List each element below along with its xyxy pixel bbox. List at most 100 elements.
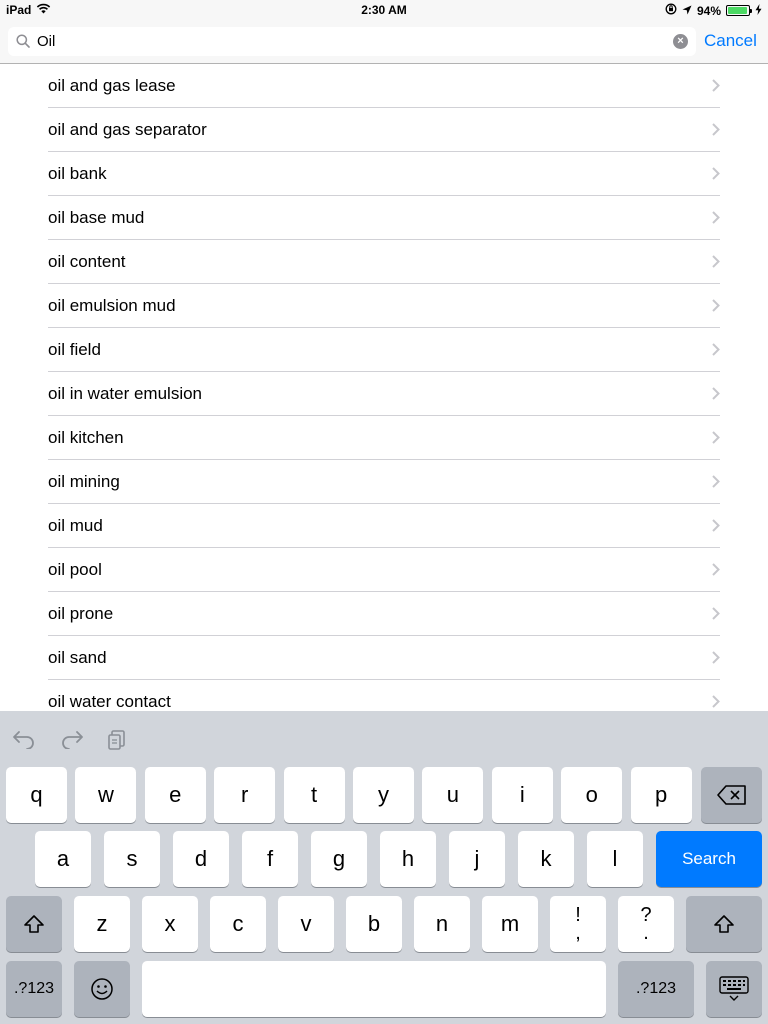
key-r-label: r [241,782,249,807]
result-row[interactable]: oil water contact [48,680,720,711]
cancel-button[interactable]: Cancel [704,31,757,51]
result-row[interactable]: oil field [48,328,720,372]
key-e[interactable]: e [144,767,206,823]
search-field[interactable]: × [8,27,696,56]
key-l[interactable]: l [587,831,643,887]
key-question-period-glyphs: ?. [640,905,651,943]
key-k[interactable]: k [518,831,574,887]
key-d[interactable]: d [173,831,229,887]
backspace-key[interactable] [701,767,762,823]
key-j[interactable]: j [449,831,505,887]
shift-left-key[interactable] [6,896,62,952]
key-question-period[interactable]: ?. [618,896,674,952]
numbers-left-key[interactable]: .?123 [6,961,62,1017]
key-u[interactable]: u [422,767,484,823]
undo-icon[interactable] [12,729,36,754]
key-h[interactable]: h [380,831,436,887]
chevron-right-icon [712,387,720,405]
key-i[interactable]: i [491,767,553,823]
numbers-right-key[interactable]: .?123 [618,961,694,1017]
key-b-label: b [367,911,381,936]
result-row[interactable]: oil mining [48,460,720,504]
chevron-right-icon [712,79,720,97]
shift-icon [23,914,45,934]
result-label: oil and gas lease [48,75,176,95]
status-time: 2:30 AM [361,3,407,17]
result-label: oil kitchen [48,427,124,447]
chevron-right-icon [712,695,720,711]
result-row[interactable]: oil pool [48,548,720,592]
result-label: oil bank [48,163,107,183]
result-label: oil water contact [48,691,171,711]
key-f[interactable]: f [242,831,298,887]
result-row[interactable]: oil bank [48,152,720,196]
result-row[interactable]: oil mud [48,504,720,548]
key-k-label: k [540,846,552,871]
key-q[interactable]: q [6,767,67,823]
key-p[interactable]: p [630,767,692,823]
key-t[interactable]: t [283,767,345,823]
result-row[interactable]: oil emulsion mud [48,284,720,328]
result-label: oil content [48,251,126,271]
key-v[interactable]: v [278,896,334,952]
chevron-right-icon [712,299,720,317]
key-r[interactable]: r [214,767,276,823]
key-b[interactable]: b [346,896,402,952]
result-label: oil pool [48,559,102,579]
result-label: oil sand [48,647,107,667]
keyboard: q w e r t y u i o p a s d f g h j k l Search z x c v b n m!,?. .?12… [0,711,768,1024]
key-w[interactable]: w [75,767,137,823]
chevron-right-icon [712,167,720,185]
paste-icon[interactable] [107,729,127,756]
shift-icon [713,914,735,934]
result-row[interactable]: oil sand [48,636,720,680]
key-h-label: h [401,846,415,871]
key-z[interactable]: z [74,896,130,952]
key-exclaim-comma-glyphs: !, [575,905,581,943]
key-s-label: s [126,846,138,871]
chevron-right-icon [712,255,720,273]
result-row[interactable]: oil base mud [48,196,720,240]
key-p-label: p [654,782,668,807]
key-n[interactable]: n [414,896,470,952]
key-l-label: l [612,846,618,871]
key-a[interactable]: a [35,831,91,887]
chevron-right-icon [712,607,720,625]
key-g[interactable]: g [311,831,367,887]
result-row[interactable]: oil content [48,240,720,284]
key-j-label: j [474,846,480,871]
battery-percent: 94% [696,3,721,18]
space-key[interactable] [142,961,606,1017]
shift-right-key[interactable] [686,896,762,952]
result-row[interactable]: oil and gas separator [48,108,720,152]
key-y[interactable]: y [353,767,414,823]
search-key[interactable]: Search [656,831,762,887]
search-icon [16,34,30,53]
result-label: oil prone [48,603,114,623]
search-input[interactable] [37,27,667,56]
dismiss-keyboard-key[interactable] [706,961,762,1017]
redo-icon[interactable] [60,729,84,754]
key-m[interactable]: m [482,896,538,952]
key-exclaim-comma[interactable]: !, [550,896,606,952]
result-label: oil and gas separator [48,119,207,139]
key-c[interactable]: c [210,896,266,952]
status-bar: iPad 2:30 AM 94% [0,0,768,20]
key-s[interactable]: s [104,831,160,887]
key-o[interactable]: o [561,767,623,823]
result-row[interactable]: oil prone [48,592,720,636]
result-row[interactable]: oil and gas lease [48,64,720,108]
key-x[interactable]: x [142,896,198,952]
chevron-right-icon [712,651,720,669]
result-label: oil in water emulsion [48,383,203,403]
emoji-key[interactable] [74,961,130,1017]
chevron-right-icon [712,475,720,493]
search-key-label: Search [682,849,736,868]
clear-icon[interactable]: × [673,34,688,49]
result-row[interactable]: oil in water emulsion [48,372,720,416]
key-o-label: o [585,782,598,807]
result-row[interactable]: oil kitchen [48,416,720,460]
key-c-label: c [232,911,244,936]
result-label: oil mud [48,515,103,535]
key-z-label: z [96,911,108,936]
